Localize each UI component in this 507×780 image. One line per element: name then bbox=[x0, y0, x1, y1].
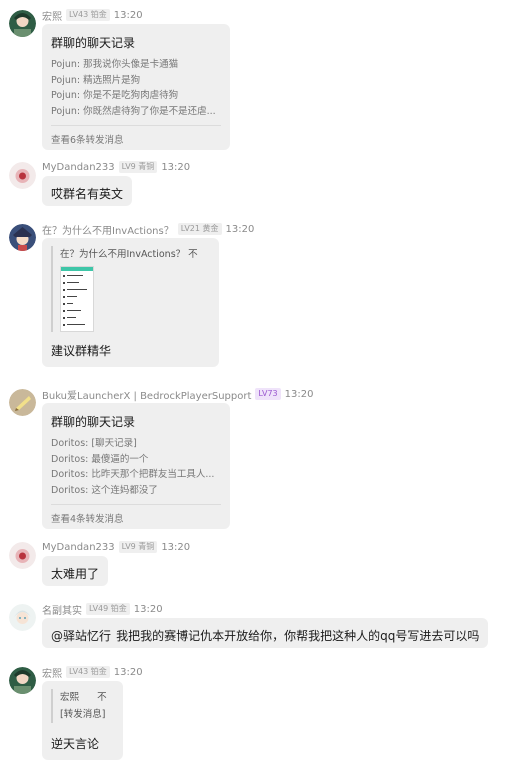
avatar[interactable] bbox=[9, 667, 36, 694]
forward-line: Doritos: 这个连妈都没了 bbox=[51, 484, 158, 496]
message-meta: 在？为什么不用InvActions？ LV21 黄金 13:20 bbox=[42, 222, 255, 237]
level-badge: LV73 bbox=[255, 388, 281, 400]
level-badge: LV9 青铜 bbox=[118, 161, 158, 173]
message-meta: Buku爱LauncherX | BedrockPlayerSupport LV… bbox=[42, 387, 314, 402]
message-bubble[interactable]: 太难用了 bbox=[42, 556, 109, 586]
sender-name[interactable]: Buku爱LauncherX | BedrockPlayerSupport bbox=[42, 387, 251, 402]
message-meta: 宏熙 LV43 铂金 13:20 bbox=[42, 665, 143, 680]
message-meta: MyDandan233 LV9 青铜 13:20 bbox=[42, 540, 190, 554]
sender-name[interactable]: 在？为什么不用InvActions？ bbox=[42, 222, 174, 237]
view-forward-link[interactable]: 查看6条转发消息 bbox=[51, 132, 221, 146]
sender-name[interactable]: 名副其实 bbox=[42, 602, 82, 617]
timestamp: 13:20 bbox=[113, 666, 143, 678]
level-badge: LV49 铂金 bbox=[86, 603, 130, 615]
forward-title: 群聊的聊天记录 bbox=[51, 415, 136, 429]
timestamp: 13:20 bbox=[113, 9, 143, 21]
message-bubble[interactable]: 宏熙 不 [转发消息] 逆天言论 bbox=[42, 681, 123, 760]
message-text: 建议群精华 bbox=[51, 344, 112, 358]
message-bubble[interactable]: 哎群名有英文 bbox=[42, 176, 133, 206]
reply-quote[interactable]: 在？为什么不用InvActions？ 不 bbox=[51, 246, 210, 332]
quoted-image[interactable] bbox=[60, 266, 94, 332]
forward-line: Doritos: 比昨天那个把群友当工具人... bbox=[51, 469, 215, 480]
timestamp: 13:20 bbox=[161, 161, 191, 173]
timestamp: 13:20 bbox=[161, 541, 191, 553]
message-bubble[interactable]: @驿站忆行 我把我的赛博记仇本开放给你，你帮我把这种人的qq号写进去可以吗 bbox=[42, 618, 489, 648]
quote-content: [转发消息] bbox=[60, 709, 106, 720]
quote-header: 宏熙 不 bbox=[60, 692, 107, 703]
message-meta: 名副其实 LV49 铂金 13:20 bbox=[42, 602, 163, 617]
timestamp: 13:20 bbox=[225, 223, 255, 235]
level-badge: LV43 铂金 bbox=[66, 9, 110, 21]
divider bbox=[51, 504, 221, 505]
timestamp: 13:20 bbox=[133, 603, 163, 615]
mention-link[interactable]: @驿站忆行 bbox=[51, 629, 111, 643]
message-text: 哎群名有英文 bbox=[51, 187, 124, 201]
message-meta: MyDandan233 LV9 青铜 13:20 bbox=[42, 160, 190, 174]
avatar[interactable] bbox=[9, 162, 36, 189]
message-text: 太难用了 bbox=[51, 567, 100, 581]
forward-line: Pojun: 精选照片是狗 bbox=[51, 74, 141, 86]
avatar[interactable] bbox=[9, 604, 36, 631]
forward-line: Pojun: 你是不是吃狗肉虐待狗 bbox=[51, 90, 179, 101]
level-badge: LV21 黄金 bbox=[177, 223, 222, 235]
level-badge: LV43 铂金 bbox=[66, 666, 110, 678]
forward-line: Doritos: 最傻逼的一个 bbox=[51, 453, 149, 465]
message-bubble[interactable]: 在？为什么不用InvActions？ 不 建议群精华 bbox=[42, 238, 219, 367]
forward-title: 群聊的聊天记录 bbox=[51, 36, 136, 50]
reply-quote[interactable]: 宏熙 不 [转发消息] bbox=[51, 689, 114, 723]
avatar[interactable] bbox=[9, 542, 36, 569]
sender-name[interactable]: 宏熙 bbox=[42, 8, 62, 23]
forward-line: Pojun: 那我说你头像是卡通猫 bbox=[51, 59, 179, 70]
forward-card[interactable]: 群聊的聊天记录 Doritos: [聊天记录] Doritos: 最傻逼的一个 … bbox=[42, 403, 230, 529]
forward-line: Pojun: 你既然虐待狗了你是不是还虐... bbox=[51, 105, 216, 117]
forward-card[interactable]: 群聊的聊天记录 Pojun: 那我说你头像是卡通猫 Pojun: 精选照片是狗 … bbox=[42, 24, 230, 150]
quote-header: 在？为什么不用InvActions？ 不 bbox=[60, 249, 198, 260]
avatar[interactable] bbox=[9, 389, 36, 416]
avatar[interactable] bbox=[9, 10, 36, 37]
message-text: 逆天言论 bbox=[51, 737, 100, 751]
divider bbox=[51, 125, 221, 126]
message-meta: 宏熙 LV43 铂金 13:20 bbox=[42, 8, 143, 23]
avatar[interactable] bbox=[9, 224, 36, 251]
forward-line: Doritos: [聊天记录] bbox=[51, 438, 137, 449]
message-text: 我把我的赛博记仇本开放给你，你帮我把这种人的qq号写进去可以吗 bbox=[116, 629, 480, 643]
view-forward-link[interactable]: 查看4条转发消息 bbox=[51, 511, 221, 525]
sender-name[interactable]: MyDandan233 bbox=[42, 162, 115, 173]
timestamp: 13:20 bbox=[284, 388, 314, 400]
sender-name[interactable]: MyDandan233 bbox=[42, 542, 115, 553]
level-badge: LV9 青铜 bbox=[118, 541, 158, 553]
sender-name[interactable]: 宏熙 bbox=[42, 665, 62, 680]
